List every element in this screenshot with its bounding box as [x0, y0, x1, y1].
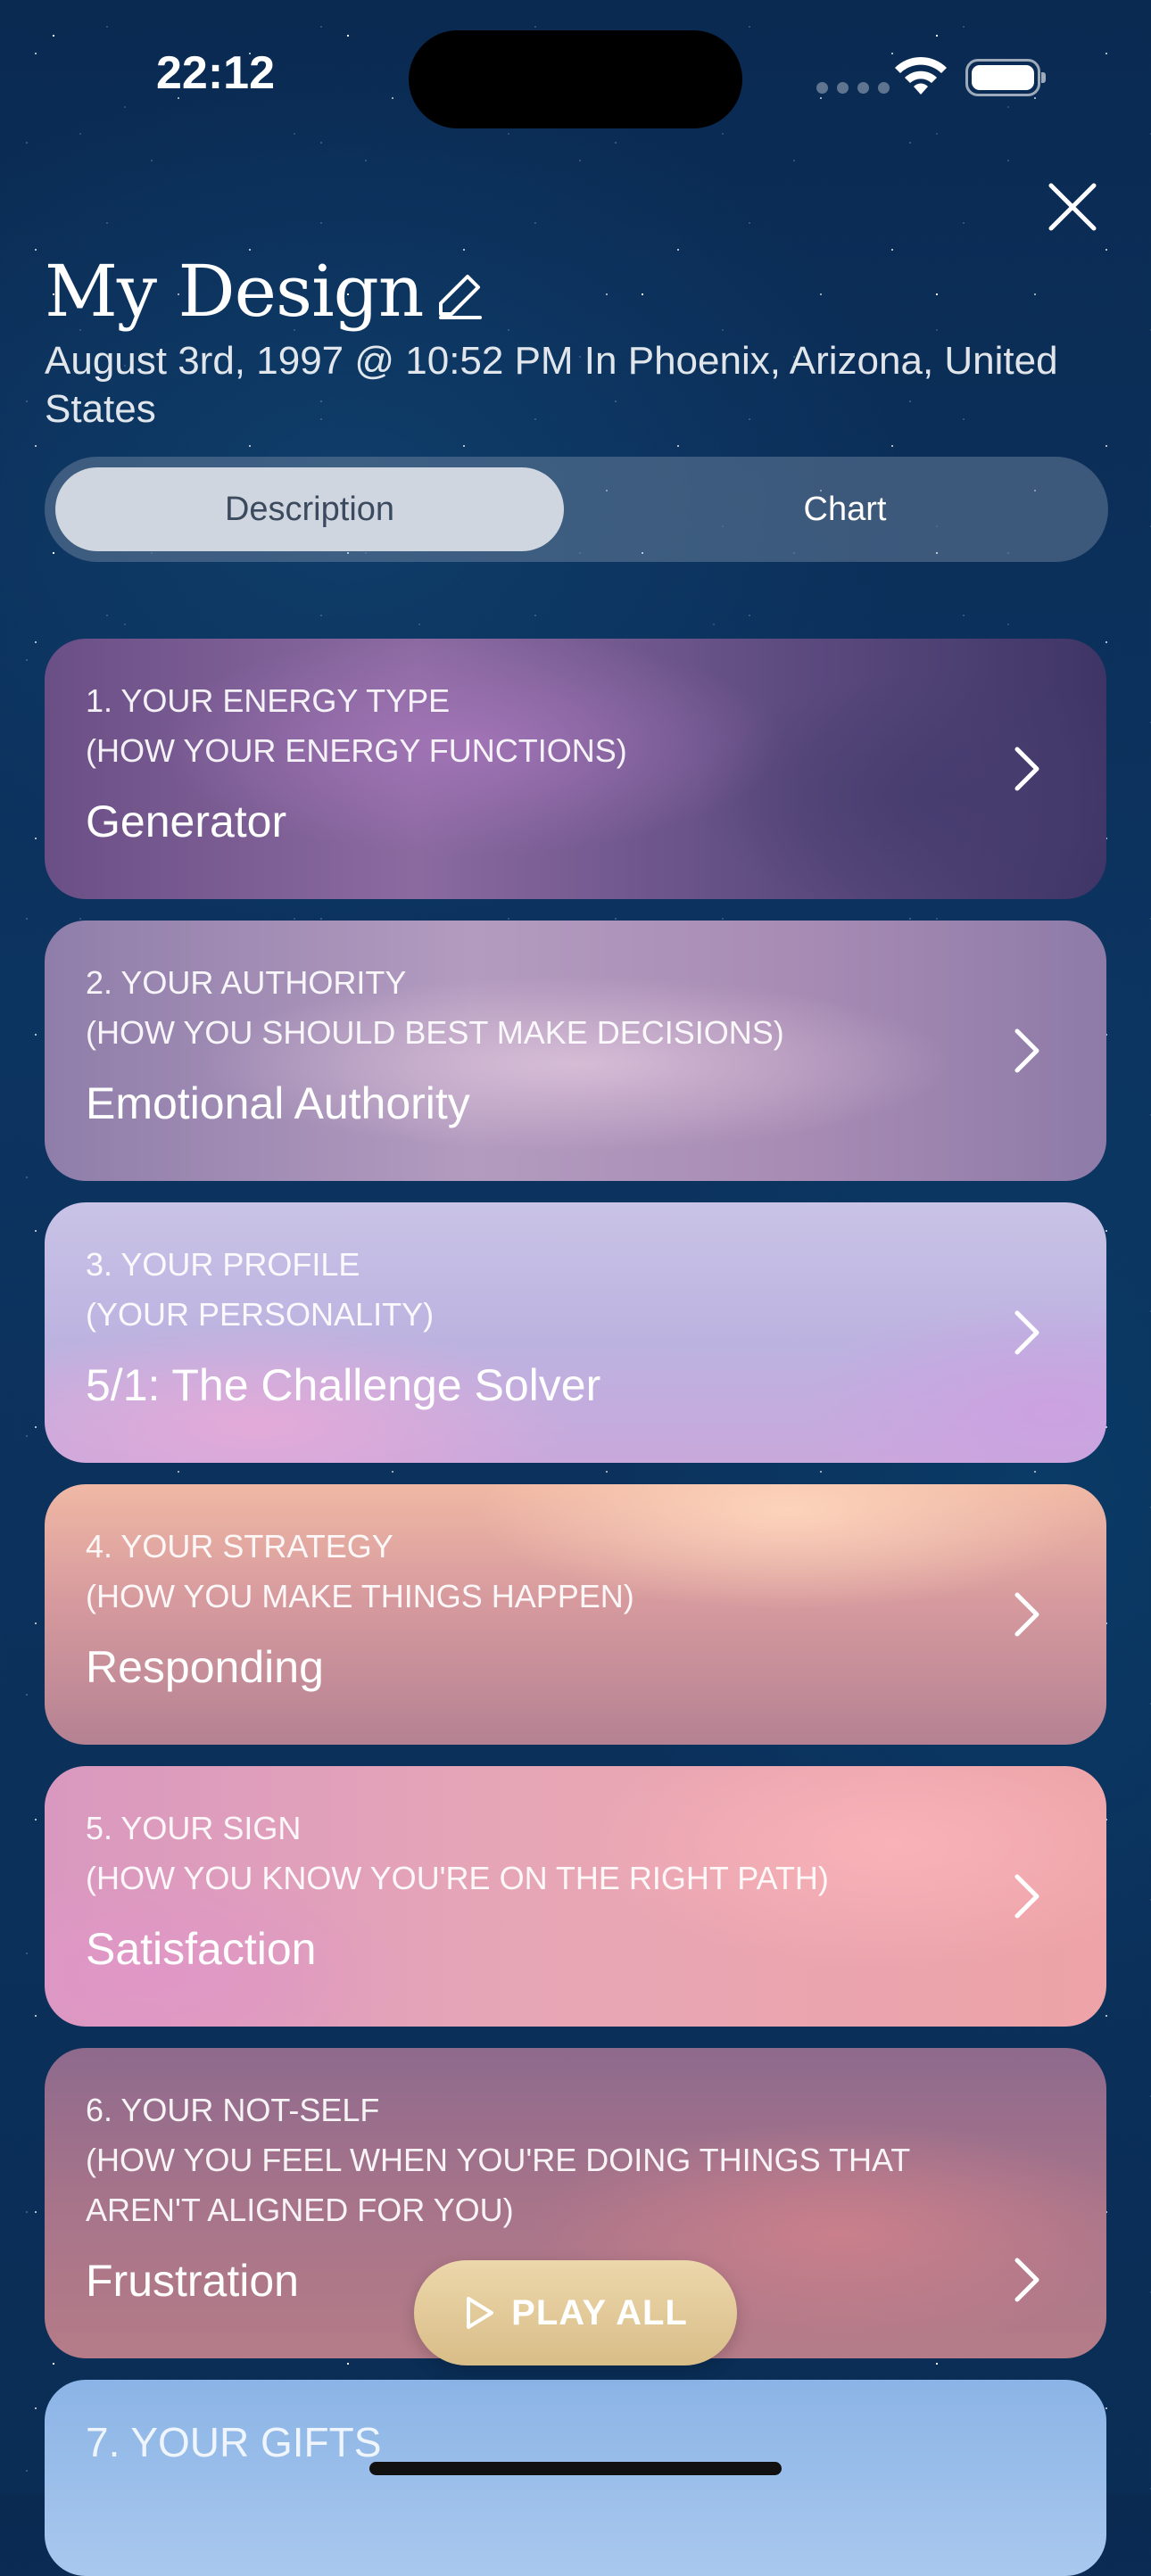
dynamic-island	[409, 30, 742, 128]
card-value: Emotional Authority	[86, 1078, 470, 1128]
card-value: Frustration	[86, 2256, 299, 2306]
card-label: 1. YOUR ENERGY TYPE (HOW YOUR ENERGY FUN…	[86, 682, 627, 769]
wifi-icon	[895, 56, 947, 95]
chevron-right-icon	[1014, 1592, 1039, 1637]
card-label: 4. YOUR STRATEGY (HOW YOU MAKE THINGS HA…	[86, 1528, 634, 1614]
play-icon	[467, 2297, 494, 2329]
chevron-right-icon	[1014, 1874, 1039, 1919]
card-label: 7. YOUR GIFTS	[86, 2419, 382, 2465]
card-sign[interactable]: 5. YOUR SIGN (HOW YOU KNOW YOU'RE ON THE…	[45, 1766, 1106, 2027]
card-energy-type[interactable]: 1. YOUR ENERGY TYPE (HOW YOUR ENERGY FUN…	[45, 639, 1106, 899]
tab-chart[interactable]: Chart	[591, 467, 1099, 551]
play-all-label: PLAY ALL	[511, 2292, 688, 2332]
card-label: 2. YOUR AUTHORITY (HOW YOU SHOULD BEST M…	[86, 964, 784, 1051]
card-strategy[interactable]: 4. YOUR STRATEGY (HOW YOU MAKE THINGS HA…	[45, 1484, 1106, 1745]
cellular-signal-icon	[816, 82, 890, 94]
card-value: 5/1: The Challenge Solver	[86, 1360, 601, 1410]
status-time: 22:12	[156, 47, 275, 99]
tab-description[interactable]: Description	[55, 467, 564, 551]
page-title: My Design	[45, 250, 424, 333]
card-value: Generator	[86, 797, 287, 846]
card-value: Satisfaction	[86, 1924, 317, 1974]
chevron-right-icon	[1014, 747, 1039, 791]
card-label: 5. YOUR SIGN (HOW YOU KNOW YOU'RE ON THE…	[86, 1810, 829, 1896]
card-value: Responding	[86, 1642, 324, 1692]
card-gifts[interactable]: 7. YOUR GIFTS	[45, 2380, 1106, 2576]
close-icon[interactable]	[1042, 177, 1103, 237]
chevron-right-icon	[1014, 1310, 1039, 1355]
home-indicator[interactable]	[369, 2462, 782, 2475]
card-authority[interactable]: 2. YOUR AUTHORITY (HOW YOU SHOULD BEST M…	[45, 921, 1106, 1181]
card-label: 6. YOUR NOT-SELF (HOW YOU FEEL WHEN YOU'…	[86, 2092, 911, 2228]
battery-icon	[965, 59, 1046, 96]
birth-details: August 3rd, 1997 @ 10:52 PM In Phoenix, …	[45, 339, 1058, 431]
chevron-right-icon	[1014, 1028, 1039, 1073]
pencil-icon[interactable]	[434, 269, 485, 321]
card-label: 3. YOUR PROFILE (YOUR PERSONALITY)	[86, 1246, 435, 1333]
status-bar: 22:12	[0, 0, 1151, 152]
view-segmented-control: Description Chart	[45, 457, 1108, 562]
card-profile[interactable]: 3. YOUR PROFILE (YOUR PERSONALITY) 5/1: …	[45, 1202, 1106, 1463]
play-all-button[interactable]: PLAY ALL	[414, 2260, 737, 2365]
chevron-right-icon	[1014, 2258, 1039, 2302]
